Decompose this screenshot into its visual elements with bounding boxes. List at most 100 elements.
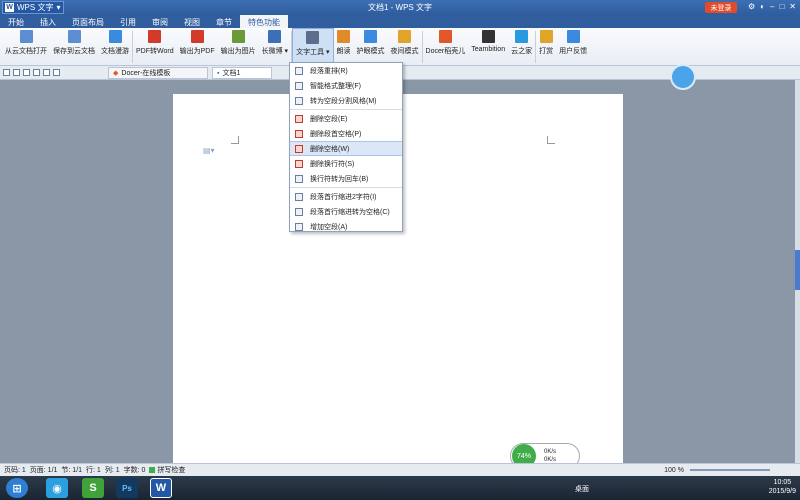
dropdown-item-label: 换行符转为回车(B) xyxy=(310,175,369,183)
pdf-to-word-button[interactable]: PDF转Word xyxy=(133,28,177,64)
export-pdf-button[interactable]: 输出为PDF xyxy=(177,28,218,64)
spreadsheet-icon[interactable]: S xyxy=(82,478,104,498)
night-mode-button[interactable]: 夜间模式 xyxy=(388,28,422,64)
menu-page-layout[interactable]: 页面布局 xyxy=(64,15,112,28)
menu-view[interactable]: 视图 xyxy=(176,15,208,28)
status-page-no: 页码: 1 xyxy=(4,467,26,474)
text-tools-dropdown: 段落重排(R) 智能格式整理(F) 转为空段分割风格(M) 删除空段(E) 删除段首空格… xyxy=(289,62,403,232)
long-weibo-button[interactable]: 长微博 ▾ xyxy=(259,28,291,64)
docer-icon: ◆ xyxy=(113,70,119,77)
document-icon: ▪ xyxy=(217,69,220,77)
status-spellcheck[interactable]: 拼写检查 xyxy=(157,465,185,475)
export-image-button[interactable]: 输出为图片 xyxy=(218,28,259,64)
feedback-button[interactable]: 用户反馈 xyxy=(556,28,590,64)
tab-docer-label: Docer-在线模板 xyxy=(121,70,171,77)
read-aloud-button[interactable]: 朗读 xyxy=(334,28,354,64)
menu-special-features[interactable]: 特色功能 xyxy=(240,15,288,28)
text-tools-button[interactable]: 文字工具 ▾ xyxy=(292,28,334,64)
login-button[interactable]: 未登录 xyxy=(705,2,737,13)
dropdown-item[interactable]: 增加空段(A) xyxy=(290,219,402,234)
docer-button[interactable]: Docer稻壳儿 xyxy=(423,28,469,64)
dropdown-item-label: 删除段首空格(P) xyxy=(310,130,362,138)
dropdown-item[interactable]: 智能格式整理(F) xyxy=(290,78,402,93)
redo-icon[interactable] xyxy=(53,69,60,76)
settings-icon[interactable]: ⚙ xyxy=(748,2,755,11)
dropdown-item[interactable]: 段落首行缩进转为空格(C) xyxy=(290,204,402,219)
title-bar: W WPS 文字 ▾ 文档1 - WPS 文字 未登录 ⚙ ◐ – □ ✕ xyxy=(0,0,800,15)
cloud-open-button[interactable]: 从云文档打开 xyxy=(2,28,50,64)
cloud-save-icon xyxy=(67,30,81,43)
eye-icon xyxy=(364,30,378,43)
night-mode-label: 夜间模式 xyxy=(390,48,419,55)
spellcheck-checkbox[interactable] xyxy=(149,467,156,473)
dropdown-item[interactable]: 转为空段分割风格(M) xyxy=(290,93,402,108)
browser-icon[interactable]: ◉ xyxy=(46,478,68,498)
open-icon[interactable] xyxy=(3,69,10,76)
vertical-scrollbar[interactable] xyxy=(795,80,800,463)
dropdown-item-label: 删除空格(W) xyxy=(310,145,350,153)
desktop-label[interactable]: 桌面 xyxy=(575,484,589,494)
undo-icon[interactable] xyxy=(43,69,50,76)
cloud-save-button[interactable]: 保存到云文档 xyxy=(50,28,98,64)
yunzhijia-button[interactable]: 云之家 xyxy=(508,28,535,64)
menu-bar: 开始 插入 页面布局 引用 审阅 视图 章节 特色功能 xyxy=(0,15,800,28)
start-button[interactable]: ⊞ xyxy=(6,478,28,498)
teambition-label: Teambition xyxy=(471,46,506,53)
weibo-icon xyxy=(268,30,282,43)
status-bar: 页码: 1 页面: 1/1 节: 1/1 行: 1 列: 1 字数: 0 拼写检… xyxy=(0,463,800,476)
zoom-slider[interactable] xyxy=(690,469,770,471)
dropdown-item-label: 转为空段分割风格(M) xyxy=(310,97,377,105)
status-words: 字数: 0 xyxy=(123,467,146,474)
roaming-button[interactable]: 文档漫游 xyxy=(98,28,132,64)
dropdown-item[interactable]: 删除段首空格(P) xyxy=(290,126,402,141)
dropdown-item[interactable]: 段落首行缩进2字符(I) xyxy=(290,189,402,204)
print-icon[interactable] xyxy=(23,69,30,76)
zoom-label: 100 % xyxy=(664,466,684,474)
clock[interactable]: 10:05 2015/9/9 xyxy=(769,478,796,496)
preview-icon[interactable] xyxy=(33,69,40,76)
export-pdf-label: 输出为PDF xyxy=(179,48,215,55)
cloud-save-label: 保存到云文档 xyxy=(53,48,95,55)
paragraph-format-icon xyxy=(295,174,303,183)
menu-references[interactable]: 引用 xyxy=(112,15,144,28)
delete-format-icon xyxy=(295,114,303,123)
dropdown-item[interactable]: 删除换行符(S) xyxy=(290,156,402,171)
maximize-icon[interactable]: □ xyxy=(779,2,784,11)
export-image-label: 输出为图片 xyxy=(220,48,256,55)
dropdown-item-label: 删除换行符(S) xyxy=(310,160,355,168)
minimize-icon[interactable]: – xyxy=(770,2,774,11)
dropdown-item[interactable]: 删除空格(W) xyxy=(290,141,402,156)
clock-time: 10:05 xyxy=(773,479,792,486)
dropdown-item[interactable]: 删除空段(E) xyxy=(290,111,402,126)
tab-document[interactable]: ▪ 文档1 xyxy=(212,67,272,79)
scrollbar-thumb[interactable] xyxy=(795,250,800,290)
paragraph-format-icon xyxy=(295,81,303,90)
cloud-icon xyxy=(108,30,122,43)
menu-home[interactable]: 开始 xyxy=(0,15,32,28)
eye-protection-button[interactable]: 护眼模式 xyxy=(354,28,388,64)
dropdown-item[interactable]: 换行符转为回车(B) xyxy=(290,171,402,186)
eye-protection-label: 护眼模式 xyxy=(356,48,385,55)
wifi-icon[interactable] xyxy=(670,64,696,90)
menu-insert[interactable]: 插入 xyxy=(32,15,64,28)
skin-icon[interactable]: ◐ xyxy=(760,2,765,11)
photoshop-icon[interactable]: Ps xyxy=(116,478,138,498)
close-icon[interactable]: ✕ xyxy=(789,2,796,11)
menu-chapter[interactable]: 章节 xyxy=(208,15,240,28)
paste-options-icon[interactable]: ▤▾ xyxy=(203,146,215,155)
wps-writer-icon[interactable]: W xyxy=(150,478,172,498)
reward-button[interactable]: 打赏 xyxy=(536,28,556,64)
corner-mark xyxy=(547,136,555,144)
teambition-button[interactable]: Teambition xyxy=(468,28,508,64)
dropdown-item-label: 智能格式整理(F) xyxy=(310,82,361,90)
save-icon[interactable] xyxy=(13,69,20,76)
dropdown-item-label: 段落重排(R) xyxy=(310,67,348,75)
feedback-icon xyxy=(566,30,580,43)
cloud-open-icon xyxy=(19,30,33,43)
dropdown-item[interactable]: 段落重排(R) xyxy=(290,63,402,78)
tab-docer[interactable]: ◆ Docer-在线模板 xyxy=(108,67,208,79)
moon-icon xyxy=(398,30,412,43)
menu-review[interactable]: 审阅 xyxy=(144,15,176,28)
feedback-label: 用户反馈 xyxy=(559,48,588,55)
docer-label: Docer稻壳儿 xyxy=(425,48,466,55)
